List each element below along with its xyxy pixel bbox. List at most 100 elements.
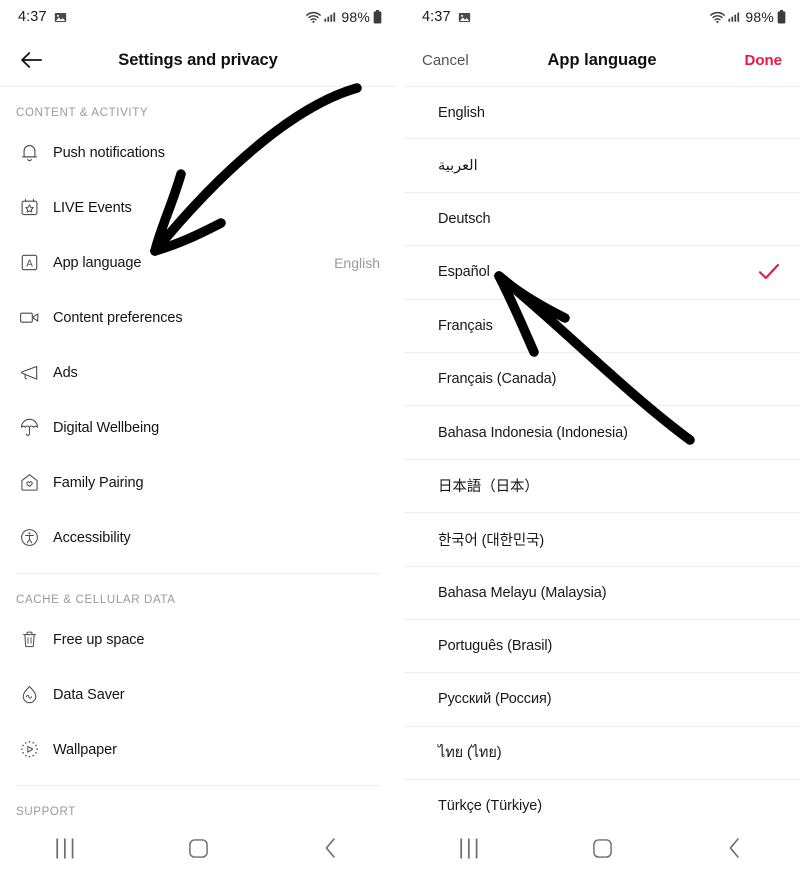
language-name: 한국어 (대한민국) [438, 532, 545, 549]
recents-icon: ||| [54, 836, 78, 859]
home-button[interactable] [175, 828, 221, 868]
megaphone-icon [16, 360, 42, 386]
language-row[interactable]: Português (Brasil) [404, 620, 800, 674]
settings-row-label: Free up space [53, 631, 145, 648]
settings-row-label: Data Saver [53, 686, 125, 703]
battery-icon [777, 10, 786, 24]
status-bar-left: 4:37 98% [0, 0, 396, 34]
language-row[interactable]: ไทย (ไทย) [404, 727, 800, 781]
home-button[interactable] [579, 828, 625, 868]
settings-row-app-language[interactable]: A App language English [0, 235, 396, 290]
settings-row-content-preferences[interactable]: Content preferences [0, 290, 396, 345]
system-nav-bar-left: ||| [0, 820, 396, 876]
video-camera-icon [16, 305, 42, 331]
settings-row-digital-wellbeing[interactable]: Digital Wellbeing [0, 400, 396, 455]
house-heart-icon [16, 470, 42, 496]
battery-icon [373, 10, 382, 24]
language-row[interactable]: 日本語（日本） [404, 460, 800, 514]
settings-row-label: App language [53, 254, 142, 271]
back-button[interactable] [16, 45, 46, 75]
language-name: Türkçe (Türkiye) [438, 798, 542, 815]
bell-icon [16, 140, 42, 166]
app-language-value: English [334, 254, 380, 271]
battery-percent-label: 98% [745, 9, 774, 25]
calendar-star-icon [16, 195, 42, 221]
back-button-nav[interactable] [307, 828, 353, 868]
language-list: English العربية Deutsch Español Français Fran… [404, 86, 800, 834]
data-saver-icon [16, 682, 42, 708]
settings-row-label: LIVE Events [53, 199, 132, 216]
arrow-left-icon [20, 51, 43, 69]
language-row[interactable]: العربية [404, 139, 800, 193]
language-name: Русский (Россия) [438, 691, 552, 708]
recents-button[interactable]: ||| [43, 828, 89, 868]
wallpaper-icon [16, 737, 42, 763]
language-name: Français [438, 317, 493, 334]
language-row[interactable]: Русский (Россия) [404, 673, 800, 727]
signal-icon [324, 11, 336, 23]
cancel-button[interactable]: Cancel [422, 52, 469, 69]
settings-row-wallpaper[interactable]: Wallpaper [0, 722, 396, 777]
page-title: Settings and privacy [118, 50, 278, 69]
dual-screenshot-container: 4:37 98% Settings and privacy CONTENT & … [0, 0, 800, 876]
language-row[interactable]: Deutsch [404, 193, 800, 247]
settings-row-ads[interactable]: Ads [0, 345, 396, 400]
language-name: Bahasa Indonesia (Indonesia) [438, 424, 628, 441]
settings-row-data-saver[interactable]: Data Saver [0, 667, 396, 722]
back-button-nav[interactable] [711, 828, 757, 868]
section-label-support: SUPPORT [16, 806, 76, 818]
section-label-cache-cellular-data: CACHE & CELLULAR DATA [16, 594, 176, 606]
settings-row-push-notifications[interactable]: Push notifications [0, 125, 396, 180]
settings-row-free-up-space[interactable]: Free up space [0, 612, 396, 667]
wifi-icon [710, 11, 726, 24]
settings-row-accessibility[interactable]: Accessibility [0, 510, 396, 565]
recents-button[interactable]: ||| [447, 828, 493, 868]
status-time: 4:37 [422, 9, 451, 25]
language-row[interactable]: Bahasa Melayu (Malaysia) [404, 567, 800, 620]
letter-a-box-icon: A [16, 250, 42, 276]
language-name: Bahasa Melayu (Malaysia) [438, 584, 607, 601]
language-name: العربية [438, 157, 478, 174]
screenshot-icon [54, 11, 67, 24]
right-nav-header: Cancel App language Done [404, 34, 800, 86]
back-chevron-icon [323, 837, 338, 859]
wifi-icon [306, 11, 322, 24]
settings-row-live-events[interactable]: LIVE Events [0, 180, 396, 235]
language-name: ไทย (ไทย) [438, 745, 502, 762]
language-name: Français (Canada) [438, 371, 557, 388]
back-chevron-icon [727, 837, 742, 859]
settings-row-label: Family Pairing [53, 474, 144, 491]
language-row[interactable]: English [404, 86, 800, 140]
settings-row-label: Ads [53, 364, 78, 381]
language-name: 日本語（日本） [438, 479, 539, 496]
settings-row-label: Content preferences [53, 309, 183, 326]
language-name: Deutsch [438, 210, 491, 227]
language-row[interactable]: Bahasa Indonesia (Indonesia) [404, 406, 800, 460]
right-panel-app-language: 4:37 98% Cancel App language Done Englis… [404, 0, 800, 876]
language-row[interactable]: Français [404, 300, 800, 353]
recents-icon: ||| [458, 836, 482, 859]
settings-row-label: Digital Wellbeing [53, 419, 160, 436]
left-nav-header: Settings and privacy [0, 34, 396, 86]
battery-percent-label: 98% [341, 9, 370, 25]
check-icon [758, 263, 780, 281]
accessibility-icon [16, 525, 42, 551]
language-name: Português (Brasil) [438, 638, 553, 655]
language-name: English [438, 104, 485, 121]
status-bar-right: 4:37 98% [404, 0, 800, 34]
signal-icon [728, 11, 740, 23]
language-row[interactable]: 한국어 (대한민국) [404, 513, 800, 567]
section-label-content-activity: CONTENT & ACTIVITY [16, 107, 149, 119]
language-row[interactable]: Français (Canada) [404, 353, 800, 407]
settings-row-label: Push notifications [53, 144, 165, 161]
trash-icon [16, 627, 42, 653]
settings-row-label: Accessibility [53, 529, 131, 546]
settings-row-family-pairing[interactable]: Family Pairing [0, 455, 396, 510]
done-button[interactable]: Done [745, 52, 783, 69]
svg-text:A: A [26, 259, 33, 270]
language-row[interactable]: Español [404, 246, 800, 300]
home-icon [592, 838, 613, 859]
language-name: Español [438, 264, 490, 281]
system-nav-bar-right: ||| [404, 820, 800, 876]
panel-separator [396, 0, 404, 876]
